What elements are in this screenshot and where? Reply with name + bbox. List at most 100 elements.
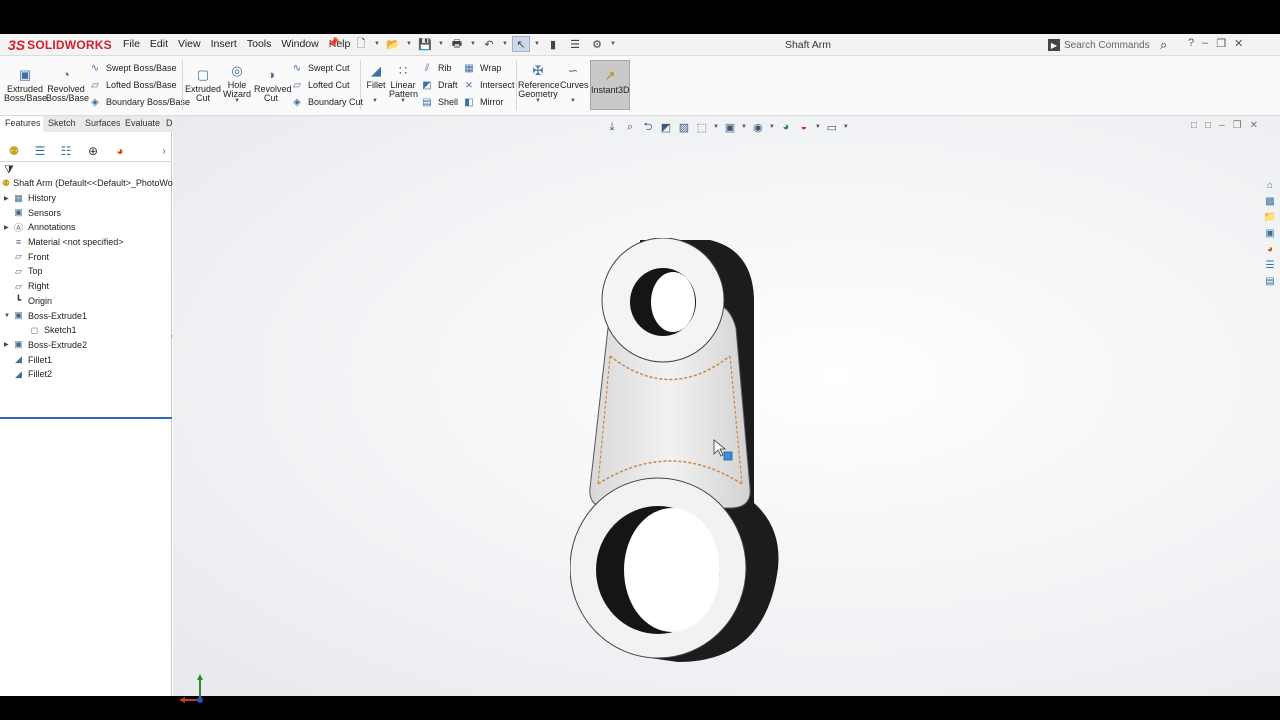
save-dropdown-icon[interactable]: ▼ — [438, 41, 444, 47]
expand-arrow-icon[interactable]: ▶ — [4, 341, 12, 348]
wrap-button[interactable]: ▦ Wrap — [462, 61, 501, 75]
apply-scene-icon[interactable]: ◒ — [797, 120, 811, 134]
menu-window[interactable]: Window — [276, 38, 323, 50]
custom-properties-icon[interactable]: ☰ — [1262, 258, 1278, 272]
expand-arrow-icon[interactable]: ▶ — [4, 195, 12, 202]
options-gear-icon[interactable]: ⚙ — [588, 36, 606, 52]
reference-geometry-dropdown-icon[interactable]: ▼ — [535, 98, 541, 104]
lofted-boss-button[interactable]: ▱ Lofted Boss/Base — [88, 78, 176, 92]
tile-icon[interactable]: □ — [1191, 120, 1197, 131]
expand-arrow-icon[interactable]: ▶ — [4, 224, 12, 231]
reference-geometry-button[interactable]: ✠ Reference Geometry — [518, 62, 560, 99]
edit-appearance-icon[interactable]: ◕ — [779, 120, 793, 134]
shaft-arm-model[interactable] — [570, 238, 782, 662]
menu-view[interactable]: View — [173, 38, 206, 50]
swept-boss-button[interactable]: ∿ Swept Boss/Base — [88, 61, 177, 75]
view-orientation-dropdown-icon[interactable]: ▼ — [713, 124, 719, 130]
rebuild-icon[interactable]: ▮ — [544, 36, 562, 52]
zoom-to-area-icon[interactable]: ⌕ — [623, 120, 637, 134]
hole-wizard-dropdown-icon[interactable]: ▼ — [234, 98, 240, 104]
tab-evaluate[interactable]: Evaluate — [120, 116, 167, 132]
design-library-icon[interactable]: ▩ — [1262, 194, 1278, 208]
viewport-restore-icon[interactable]: ❐ — [1233, 120, 1242, 131]
boundary-cut-button[interactable]: ◈ Boundary Cut — [290, 95, 363, 109]
dynamic-annotation-icon[interactable]: ▨ — [677, 120, 691, 134]
print-icon[interactable]: 🖶 — [448, 36, 466, 52]
curves-dropdown-icon[interactable]: ▼ — [570, 98, 576, 104]
boundary-boss-button[interactable]: ◈ Boundary Boss/Base — [88, 95, 190, 109]
curves-button[interactable]: ∽ Curves — [560, 62, 589, 90]
instant3d-button[interactable]: ↗ Instant3D — [590, 60, 630, 110]
extruded-cut-button[interactable]: ▢ Extruded Cut — [185, 66, 221, 103]
property-manager-tab-icon[interactable]: ☰ — [30, 142, 50, 160]
new-dropdown-icon[interactable]: ▼ — [374, 41, 380, 47]
new-document-icon[interactable]: 🗋 — [352, 36, 370, 52]
draft-button[interactable]: ◩ Draft — [420, 78, 457, 92]
swept-cut-button[interactable]: ∿ Swept Cut — [290, 61, 350, 75]
menu-file[interactable]: File — [118, 38, 145, 50]
shell-button[interactable]: ▤ Shell — [420, 95, 458, 109]
open-dropdown-icon[interactable]: ▼ — [406, 41, 412, 47]
zoom-to-fit-icon[interactable]: ⤓ — [605, 120, 619, 134]
view-palette-icon[interactable]: ▣ — [1262, 226, 1278, 240]
tree-item-fillet2[interactable]: ◢ Fillet2 — [0, 367, 172, 382]
scene-dropdown-icon[interactable]: ▼ — [815, 124, 821, 130]
revolved-cut-button[interactable]: ◑ Revolved Cut — [254, 66, 292, 103]
collapse-arrow-icon[interactable]: ▼ — [4, 313, 12, 319]
viewport-minimize-icon[interactable]: – — [1219, 120, 1225, 131]
select-dropdown-icon[interactable]: ▼ — [534, 41, 540, 47]
display-style-icon[interactable]: ▣ — [723, 120, 737, 134]
hole-wizard-button[interactable]: ◎ Hole Wizard — [222, 62, 252, 99]
file-properties-icon[interactable]: ☰ — [566, 36, 584, 52]
section-view-icon[interactable]: ◩ — [659, 120, 673, 134]
pattern-dropdown-icon[interactable]: ▼ — [400, 98, 406, 104]
hide-show-items-icon[interactable]: ◉ — [751, 120, 765, 134]
close-icon[interactable]: ✕ — [1234, 37, 1243, 50]
options-dropdown-icon[interactable]: ▼ — [610, 41, 616, 47]
chevron-right-icon[interactable]: › — [154, 142, 174, 160]
tree-item-boss-extrude2[interactable]: ▶ ▣ Boss-Extrude2 — [0, 338, 172, 353]
undo-icon[interactable]: ↶ — [480, 36, 498, 52]
rollback-bar[interactable] — [0, 417, 172, 419]
restore-icon[interactable]: ❐ — [1216, 37, 1226, 50]
previous-view-icon[interactable]: ⮌ — [641, 120, 655, 134]
search-commands[interactable]: ▶ Search Commands ⌕ — [1048, 37, 1188, 53]
undo-dropdown-icon[interactable]: ▼ — [502, 41, 508, 47]
minimize-icon[interactable]: – — [1202, 37, 1208, 50]
viewport-close-icon[interactable]: ✕ — [1250, 120, 1258, 131]
tree-item-fillet1[interactable]: ◢ Fillet1 — [0, 352, 172, 367]
search-icon[interactable]: ⌕ — [1160, 37, 1167, 53]
tree-item-annotations[interactable]: ▶ Ⓐ Annotations — [0, 220, 172, 235]
tree-item-sketch1[interactable]: ◻ Sketch1 — [0, 323, 172, 338]
open-icon[interactable]: 📂 — [384, 36, 402, 52]
tree-item-boss-extrude1[interactable]: ▼ ▣ Boss-Extrude1 — [0, 308, 172, 323]
display-style-dropdown-icon[interactable]: ▼ — [741, 124, 747, 130]
view-settings-dropdown-icon[interactable]: ▼ — [843, 124, 849, 130]
tab-features[interactable]: Features — [0, 116, 47, 132]
linear-pattern-button[interactable]: ∷ Linear Pattern — [389, 62, 418, 99]
tree-item-sensors[interactable]: ▣ Sensors — [0, 205, 172, 220]
view-settings-icon[interactable]: ▭ — [825, 120, 839, 134]
intersect-button[interactable]: ⨯ Intersect — [462, 78, 515, 92]
solidworks-resources-icon[interactable]: ⌂ — [1262, 178, 1278, 192]
rib-button[interactable]: ⫽ Rib — [420, 61, 452, 75]
split-icon[interactable]: □ — [1205, 120, 1211, 131]
tree-item-history[interactable]: ▶ ▦ History — [0, 191, 172, 206]
display-manager-tab-icon[interactable]: ◕ — [110, 142, 130, 160]
pin-icon[interactable]: 📌 — [327, 38, 339, 49]
search-input[interactable]: Search Commands — [1064, 40, 1150, 51]
forum-icon[interactable]: ▤ — [1262, 274, 1278, 288]
configuration-manager-tab-icon[interactable]: ☷ — [56, 142, 76, 160]
menu-edit[interactable]: Edit — [145, 38, 173, 50]
search-mode-icon[interactable]: ▶ — [1048, 39, 1060, 51]
menu-tools[interactable]: Tools — [242, 38, 277, 50]
tree-root[interactable]: ⚉ Shaft Arm (Default<<Default>_PhotoWork… — [0, 176, 185, 191]
print-dropdown-icon[interactable]: ▼ — [470, 41, 476, 47]
select-cursor-icon[interactable]: ↖ — [512, 36, 530, 52]
solidworks-logo[interactable]: 3S SOLIDWORKS — [8, 36, 112, 54]
tree-item-origin[interactable]: ┗ Origin — [0, 294, 172, 309]
tree-item-right-plane[interactable]: ▱ Right — [0, 279, 172, 294]
feature-manager-tab-icon[interactable]: ⚉ — [4, 142, 24, 160]
dimxpert-manager-tab-icon[interactable]: ⊕ — [83, 142, 103, 160]
save-icon[interactable]: 💾 — [416, 36, 434, 52]
